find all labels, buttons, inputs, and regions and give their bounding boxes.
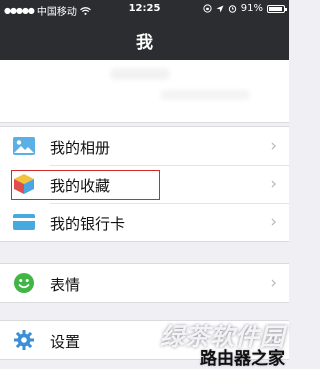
page-title: 我 xyxy=(136,33,153,53)
bank-card-icon xyxy=(13,212,35,232)
alarm-clock-icon xyxy=(228,5,236,13)
watermark: 绿茶软件园 路由器之家 xyxy=(87,317,287,369)
chevron-right-icon: › xyxy=(270,136,277,156)
location-arrow-icon xyxy=(216,5,224,12)
chevron-right-icon: › xyxy=(270,273,277,293)
battery-fill xyxy=(269,6,282,11)
menu-item-label: 我的银行卡 xyxy=(50,215,126,233)
highlight-box xyxy=(11,170,160,200)
menu-item-bank-card[interactable]: 我的银行卡 › xyxy=(0,203,289,241)
emoji-smiley-icon xyxy=(13,273,35,293)
chevron-right-icon: › xyxy=(270,212,277,232)
profile-blur-detail xyxy=(110,68,170,80)
settings-gear-icon xyxy=(13,330,35,350)
status-bar-right: 91% xyxy=(203,3,287,14)
photo-album-icon xyxy=(13,136,35,156)
menu-item-label: 表情 xyxy=(50,276,81,294)
rotation-lock-icon xyxy=(203,4,212,13)
battery-icon xyxy=(267,4,287,13)
menu-item-emoji[interactable]: 表情 › xyxy=(0,264,289,302)
menu-item-label: 我的相册 xyxy=(50,139,111,157)
profile-header[interactable] xyxy=(0,60,289,123)
top-bar: ●●●●● 中国移动 12:25 91% 我 xyxy=(0,0,289,60)
menu-group-2: 表情 › xyxy=(0,263,289,303)
menu-item-label: 设置 xyxy=(50,333,81,351)
battery-percent: 91% xyxy=(240,3,263,14)
status-bar: ●●●●● 中国移动 12:25 91% xyxy=(0,0,289,20)
watermark-line-2: 路由器之家 xyxy=(200,349,285,369)
chevron-right-icon: › xyxy=(270,174,277,194)
profile-blur-detail-2 xyxy=(160,90,250,100)
menu-item-album[interactable]: 我的相册 › xyxy=(0,127,289,165)
